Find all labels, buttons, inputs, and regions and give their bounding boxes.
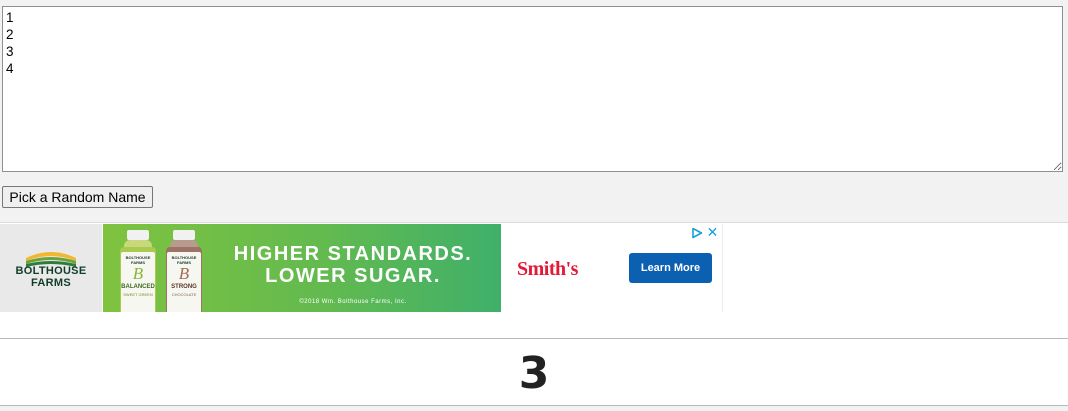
bottle-balanced: BOLTHOUSE FARMS B BALANCED SWEET GREEN (118, 230, 158, 312)
ad-copyright: ©2018 Wm. Bolthouse Farms, Inc. (299, 299, 407, 305)
result-divider-bottom (0, 405, 1068, 406)
learn-more-button[interactable]: Learn More (629, 253, 712, 283)
bottle-logo-letter: B (132, 264, 144, 283)
picked-name: 3 (518, 348, 550, 399)
bottle-strong: BOLTHOUSE FARMS B STRONG CHOCOLATE (164, 230, 204, 312)
ad-brand-name-line-2: FARMS (31, 277, 71, 289)
bottle-flavor: CHOCOLATE (171, 292, 197, 297)
bottle-flavor: SWEET GREEN (123, 292, 153, 297)
ad-headline-line-2: LOWER SUGAR. (265, 265, 441, 287)
result-area: 3 (0, 339, 1068, 405)
adchoices-icon[interactable] (691, 227, 703, 239)
close-icon[interactable]: ✕ (706, 225, 719, 239)
ad-cta-panel: Smith's Learn More ✕ (501, 224, 722, 312)
ad-headline-line-1: HIGHER STANDARDS. (233, 243, 473, 265)
ad-banner[interactable]: BOLTHOUSE FARMS BOLTHOUSE FARMS B BALANC… (0, 224, 723, 312)
bottle-name: BALANCED (121, 284, 155, 290)
store-logo: Smith's (517, 258, 578, 280)
bottle-name: STRONG (171, 284, 197, 290)
names-input[interactable]: 1 2 3 4 (2, 6, 1063, 172)
pick-random-name-button[interactable]: Pick a Random Name (2, 186, 153, 208)
ad-brand-name-line-1: BOLTHOUSE (15, 265, 87, 277)
ad-brand-panel: BOLTHOUSE FARMS (0, 224, 102, 312)
ad-product-panel: BOLTHOUSE FARMS B BALANCED SWEET GREEN B… (103, 224, 501, 312)
bottle-logo-letter: B (178, 264, 190, 283)
